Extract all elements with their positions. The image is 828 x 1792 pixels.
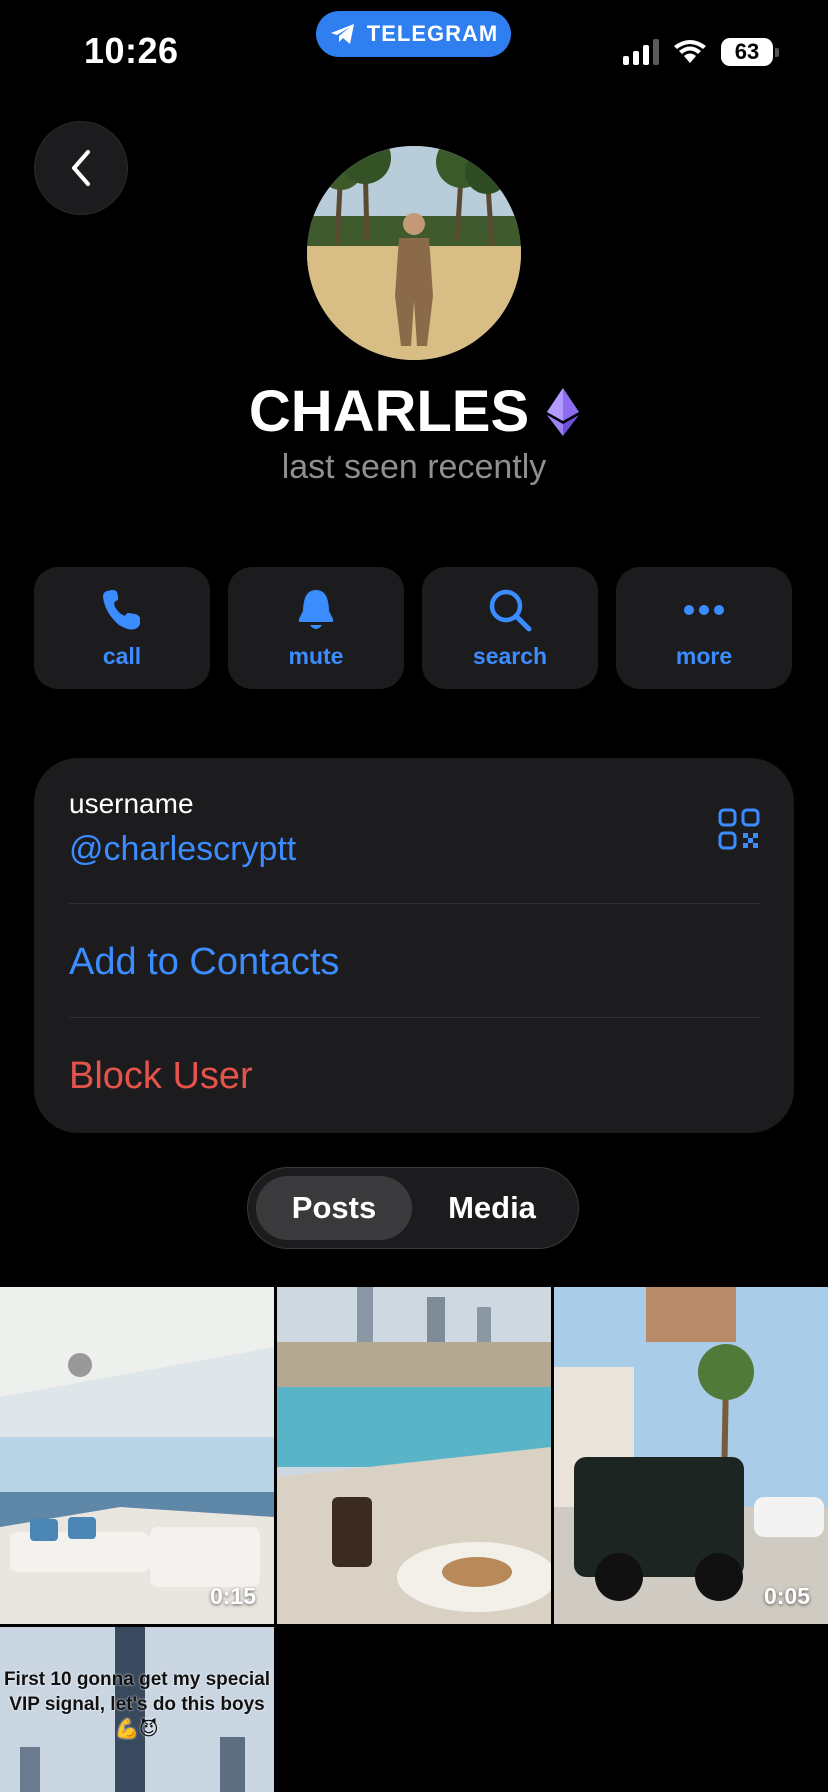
qr-code-icon	[718, 808, 760, 850]
tab-media[interactable]: Media	[412, 1176, 572, 1240]
status-bar: 10:26 TELEGRAM 63	[0, 0, 828, 110]
mute-button[interactable]: mute	[228, 567, 404, 689]
bell-icon	[298, 589, 334, 629]
qr-code-button[interactable]	[718, 808, 760, 855]
phone-icon	[103, 589, 140, 629]
video-duration: 0:05	[763, 1583, 810, 1609]
wifi-icon	[674, 40, 706, 63]
dubai-photo	[277, 1287, 551, 1624]
media-tile-vip-signal[interactable]: First 10 gonna get my special VIP signal…	[0, 1627, 274, 1792]
ellipsis-icon	[684, 604, 724, 615]
tab-posts[interactable]: Posts	[256, 1176, 412, 1240]
search-label: search	[472, 642, 548, 669]
chevron-left-icon	[72, 150, 90, 186]
system-icons: 63	[623, 38, 779, 66]
posts-media-tabs: Posts Media	[247, 1167, 579, 1249]
car-photo	[554, 1287, 828, 1624]
profile-name: CHARLES	[248, 379, 530, 444]
signal-icon	[623, 39, 659, 65]
video-duration: 0:15	[209, 1583, 256, 1609]
back-button[interactable]	[34, 121, 128, 215]
yacht-photo	[0, 1287, 274, 1624]
media-tile-yacht[interactable]: 0:15	[0, 1287, 274, 1624]
last-seen-status: last seen recently	[281, 448, 547, 486]
ethereum-icon	[547, 387, 580, 436]
action-buttons: call mute search more	[34, 567, 794, 689]
more-button[interactable]: more	[616, 567, 792, 689]
avatar[interactable]	[307, 146, 521, 360]
username-link[interactable]: @charlescryptt	[69, 830, 296, 869]
call-label: call	[102, 642, 142, 669]
search-button[interactable]: search	[422, 567, 598, 689]
telegram-icon	[330, 24, 354, 44]
telegram-pill-label: TELEGRAM	[366, 21, 499, 46]
avatar-photo	[307, 146, 521, 360]
more-label: more	[675, 642, 733, 669]
search-icon	[489, 589, 532, 631]
add-to-contacts-button[interactable]: Add to Contacts	[69, 941, 339, 984]
telegram-pill[interactable]: TELEGRAM	[316, 11, 511, 57]
divider	[69, 903, 760, 904]
battery-icon: 63	[721, 38, 779, 66]
media-tile-dubai[interactable]	[277, 1287, 551, 1624]
mute-label: mute	[288, 642, 344, 669]
call-button[interactable]: call	[34, 567, 210, 689]
info-card: username @charlescryptt Add to Contacts …	[34, 758, 794, 1133]
username-label: username	[69, 788, 194, 819]
profile-name-row: CHARLES	[0, 378, 828, 445]
status-time: 10:26	[84, 30, 179, 71]
media-tile-car[interactable]: 0:05	[554, 1287, 828, 1624]
post-caption: First 10 gonna get my special VIP signal…	[3, 1669, 271, 1740]
block-user-button[interactable]: Block User	[69, 1055, 253, 1098]
divider	[69, 1017, 760, 1018]
